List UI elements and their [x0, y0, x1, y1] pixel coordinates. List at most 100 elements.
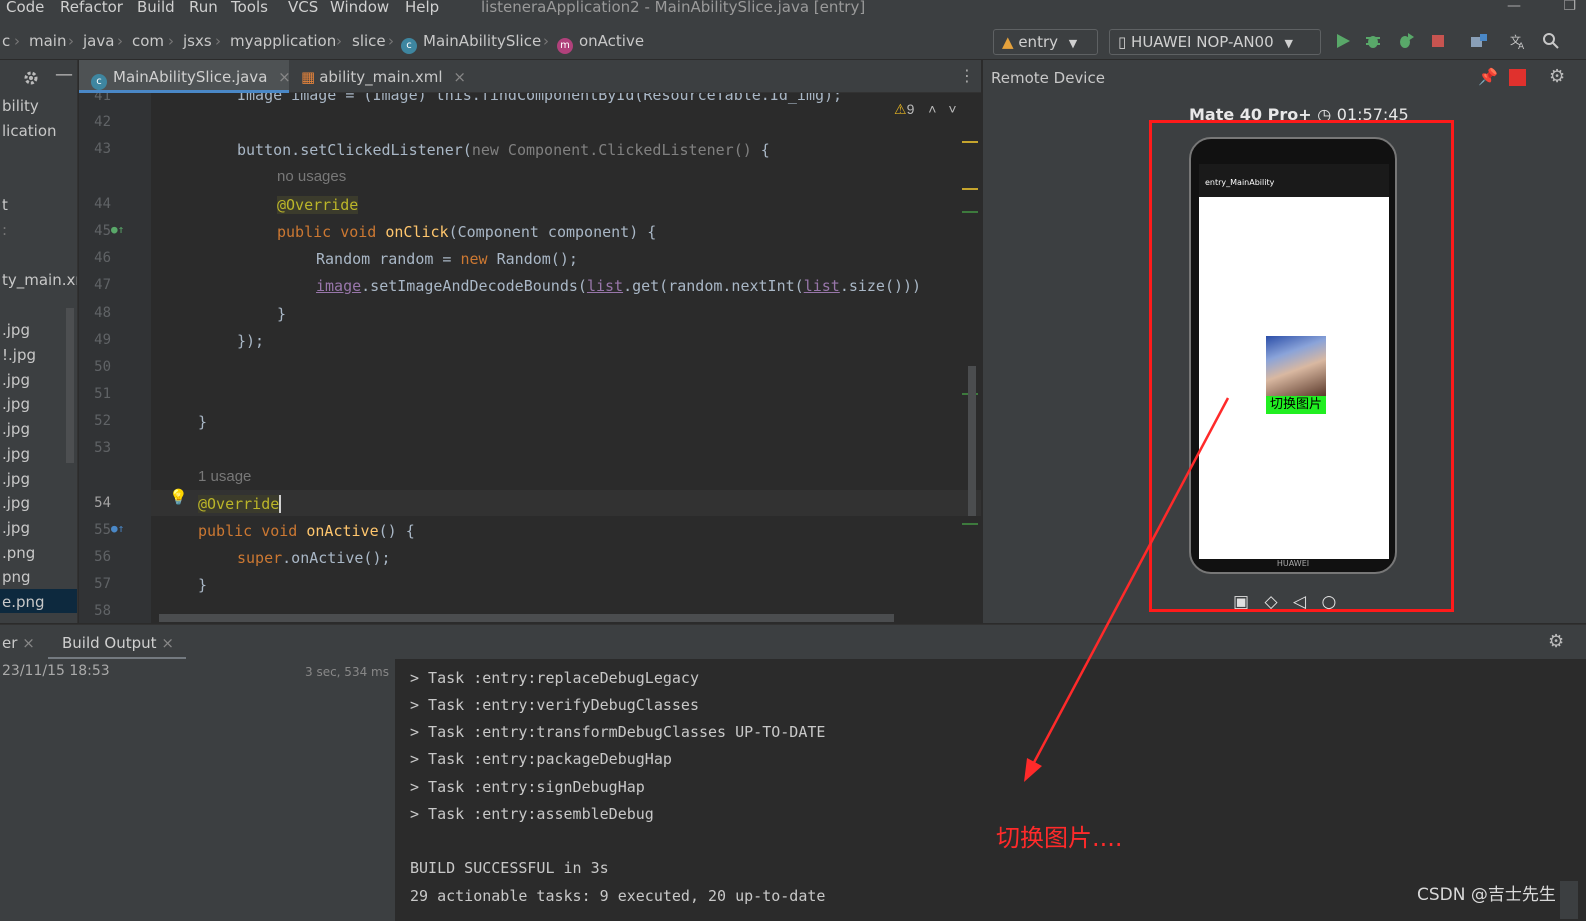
chevron-up-icon[interactable]: ˄: [928, 101, 936, 117]
project-item[interactable]: png: [2, 568, 31, 586]
restore-icon[interactable]: ❐: [1563, 0, 1576, 14]
project-item[interactable]: .jpg: [2, 395, 30, 413]
vertical-scrollbar[interactable]: [968, 366, 976, 516]
project-item[interactable]: .jpg: [2, 494, 30, 512]
code-token: new: [460, 250, 488, 268]
project-item[interactable]: bility: [2, 97, 39, 115]
menu-run[interactable]: Run: [189, 0, 218, 16]
error-stripe-mark[interactable]: [962, 141, 978, 143]
project-item[interactable]: .png: [2, 544, 35, 562]
close-icon[interactable]: ×: [161, 634, 174, 652]
tab-previous[interactable]: er ×: [2, 634, 35, 652]
breadcrumb-item[interactable]: java: [83, 32, 114, 50]
gear-icon[interactable]: ⚙: [1548, 631, 1564, 652]
line-number: 42: [94, 114, 111, 130]
home-icon[interactable]: ○: [1321, 592, 1336, 612]
error-stripe-mark[interactable]: [962, 188, 978, 190]
menu-code[interactable]: Code: [6, 0, 44, 16]
image-view: [1266, 336, 1326, 396]
menu-refactor[interactable]: Refactor: [60, 0, 123, 16]
project-item[interactable]: .jpg: [2, 321, 30, 339]
menu-bar: Code Refactor Build Run Tools VCS Window…: [0, 0, 1586, 22]
implements-marker-icon[interactable]: ●↑: [111, 223, 124, 236]
minimize-icon[interactable]: —: [1507, 0, 1521, 14]
breadcrumb-item[interactable]: main: [29, 32, 66, 50]
breadcrumb-item[interactable]: slice: [352, 32, 386, 50]
pin-icon[interactable]: 📌: [1478, 67, 1498, 86]
project-item[interactable]: .jpg: [2, 371, 30, 389]
run-icon[interactable]: [1334, 32, 1352, 50]
phone-screen[interactable]: entry_MainAbility 切换图片: [1199, 164, 1389, 559]
project-item-selected[interactable]: e.png: [2, 593, 45, 611]
tab-build-output[interactable]: Build Output ×: [48, 625, 186, 660]
tab-ability-main-xml[interactable]: ▦ ability_main.xml ×: [289, 60, 466, 93]
code-token: list: [803, 277, 840, 295]
code-token: .size())): [839, 277, 922, 295]
scrollbar[interactable]: [66, 308, 74, 463]
breadcrumb-item[interactable]: c: [2, 32, 10, 50]
stop-icon[interactable]: [1429, 32, 1447, 50]
chevron-down-icon[interactable]: ˅: [948, 101, 956, 117]
build-console[interactable]: > Task :entry:replaceDebugLegacy > Task …: [397, 659, 1586, 921]
recent-apps-icon[interactable]: ▣: [1233, 592, 1249, 612]
code-token: onActive: [306, 522, 379, 540]
code-token: public void: [277, 223, 386, 241]
chevron-right-icon: ›: [168, 32, 174, 50]
project-structure-icon[interactable]: [1470, 32, 1488, 50]
project-item[interactable]: .jpg: [2, 519, 30, 537]
close-icon[interactable]: ×: [22, 634, 35, 652]
console-line: > Task :entry:signDebugHap: [410, 778, 645, 796]
hide-icon[interactable]: —: [55, 64, 73, 85]
chevron-down-icon: ▼: [1068, 37, 1078, 50]
code-editor[interactable]: 41 42 43 44 45 46 47 48 49 50 51 52 53 5…: [79, 93, 981, 623]
breadcrumb-class[interactable]: c MainAbilitySlice: [401, 32, 541, 54]
lightbulb-icon[interactable]: 💡: [169, 488, 188, 506]
gear-icon[interactable]: [22, 69, 40, 87]
error-stripe-mark[interactable]: [962, 211, 978, 213]
error-stripe-mark[interactable]: [962, 523, 978, 525]
attach-debugger-icon[interactable]: [1397, 32, 1415, 50]
usage-hint[interactable]: no usages: [277, 168, 346, 185]
translate-icon[interactable]: 文A: [1509, 32, 1527, 50]
code-token: (Component component) {: [448, 223, 657, 241]
stop-device-icon[interactable]: [1509, 69, 1526, 86]
breadcrumb-item[interactable]: com: [132, 32, 164, 50]
overrides-marker-icon[interactable]: ●↑: [111, 522, 124, 535]
menu-build[interactable]: Build: [137, 0, 175, 16]
menu-window[interactable]: Window: [330, 0, 389, 16]
horizontal-scrollbar[interactable]: [159, 614, 894, 622]
switch-image-button[interactable]: 切换图片: [1266, 396, 1326, 414]
rotate-icon[interactable]: ◇: [1264, 592, 1277, 612]
project-item[interactable]: :: [2, 221, 7, 239]
breadcrumb-item[interactable]: myapplication: [230, 32, 336, 50]
project-item[interactable]: .jpg: [2, 420, 30, 438]
code-token: Random random =: [316, 250, 461, 268]
tab-mainabilityslice[interactable]: c MainAbilitySlice.java ×: [79, 60, 291, 93]
more-icon[interactable]: ⋮: [959, 66, 975, 85]
close-icon[interactable]: ×: [453, 68, 466, 86]
menu-tools[interactable]: Tools: [231, 0, 268, 16]
build-timestamp[interactable]: 23/11/15 18:53: [2, 663, 110, 679]
inspection-widget[interactable]: ⚠9 ˄ ˅: [894, 101, 957, 118]
project-item[interactable]: .jpg: [2, 445, 30, 463]
project-item[interactable]: .jpg: [2, 470, 30, 488]
code-token: () {: [378, 522, 415, 540]
code-token: image: [316, 277, 362, 295]
breadcrumb-method[interactable]: m onActive: [557, 32, 644, 54]
device-select[interactable]: ▯ HUAWEI NOP-AN00 ▼: [1109, 29, 1321, 55]
scrollbar[interactable]: [1560, 881, 1578, 919]
usage-hint[interactable]: 1 usage: [198, 468, 251, 485]
back-icon[interactable]: ◁: [1293, 592, 1306, 612]
project-item[interactable]: lication: [2, 122, 57, 140]
debug-icon[interactable]: [1364, 32, 1382, 50]
project-item[interactable]: ty_main.xm: [2, 271, 77, 289]
chevron-right-icon: ›: [215, 32, 221, 50]
run-config-select[interactable]: ▲ entry ▼: [993, 29, 1098, 55]
project-item[interactable]: !.jpg: [2, 346, 36, 364]
gear-icon[interactable]: ⚙: [1549, 66, 1565, 87]
menu-vcs[interactable]: VCS: [288, 0, 318, 16]
search-icon[interactable]: [1542, 32, 1560, 50]
project-item[interactable]: t: [2, 196, 8, 214]
menu-help[interactable]: Help: [405, 0, 439, 16]
breadcrumb-item[interactable]: jsxs: [183, 32, 212, 50]
